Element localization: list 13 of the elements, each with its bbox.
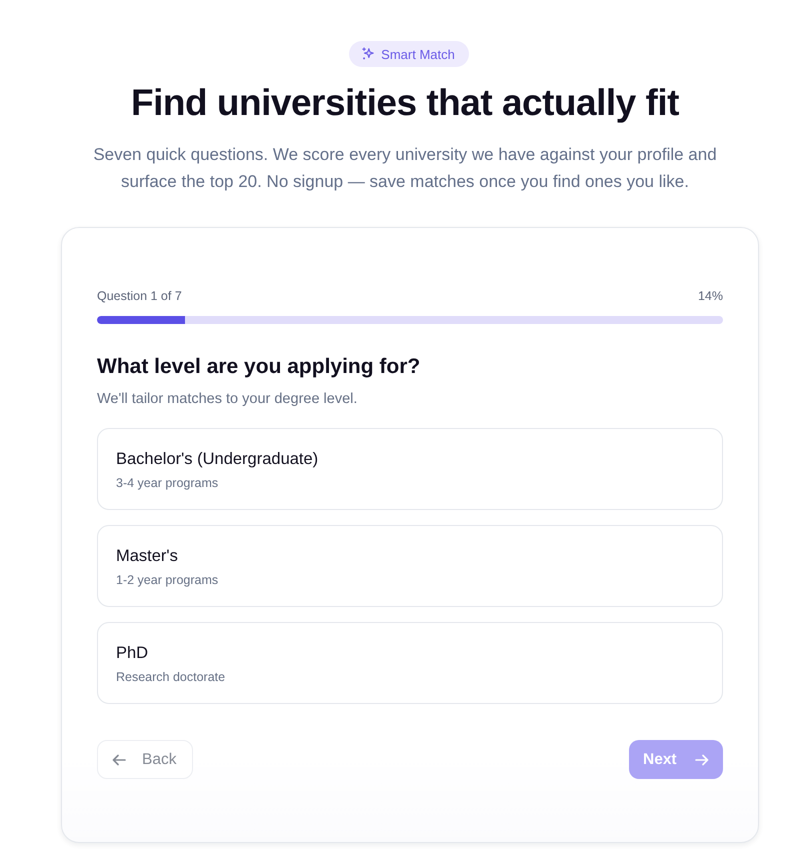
answer-option[interactable]: PhD Research doctorate [97, 622, 723, 704]
question-counter: Question 1 of 7 [97, 288, 182, 304]
page-heading: Find universities that actually fit [131, 81, 679, 125]
answer-option[interactable]: Bachelor's (Undergraduate) 3-4 year programs [97, 428, 723, 510]
right-arrow-icon [695, 754, 709, 766]
answer-option[interactable]: Master's 1-2 year programs [97, 525, 723, 607]
progress-percent: 14% [698, 288, 723, 304]
sparkle-icon [361, 47, 376, 61]
question-hint: We'll tailor matches to your degree level. [97, 390, 358, 408]
intro-text: Seven quick questions. We score every university we have against your profile and surface the top 20. No signup — save matches once you find ones you like. [92, 144, 718, 193]
left-arrow-icon [112, 754, 126, 766]
smart-match-badge: Smart Match [349, 41, 469, 67]
question-title: What level are you applying for? [97, 354, 422, 380]
